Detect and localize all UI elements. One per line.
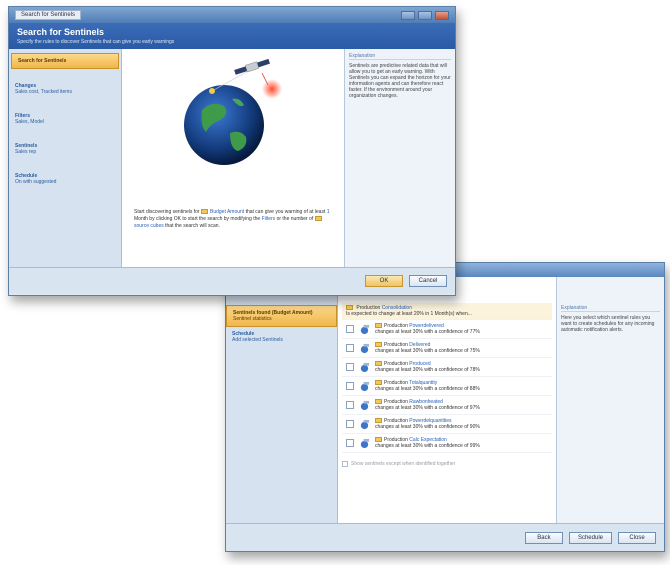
sentinel-icon xyxy=(360,343,370,353)
sentinel-description: changes at least 30% with a confidence o… xyxy=(375,405,480,411)
sentinel-row[interactable]: Production Calc Expectation changes at le… xyxy=(342,434,552,453)
sentinel-row[interactable]: Production Powerdelquantities changes at … xyxy=(342,415,552,434)
search-criteria-sentence: Start discovering sentinels for Budget A… xyxy=(134,209,334,230)
nav-step-search[interactable]: Search for Sentinels xyxy=(11,53,119,69)
nav-step-title: Search for Sentinels xyxy=(18,58,67,64)
option-label: Show sentinels except when identified to… xyxy=(351,461,456,467)
show-sentinels-option[interactable]: Show sentinels except when identified to… xyxy=(342,461,552,467)
nav-step-sentinels[interactable]: Sentinels Sales rep xyxy=(9,139,121,159)
folder-icon xyxy=(346,305,353,311)
sentinel-checkbox[interactable] xyxy=(346,363,354,371)
filters-link[interactable]: Filters xyxy=(262,216,276,222)
nav-step-filters[interactable]: Filters Sales, Model xyxy=(9,109,121,129)
explanation-title: Explanation xyxy=(349,53,451,60)
sentinel-description: changes at least 30% with a confidence o… xyxy=(375,443,480,449)
nav-step-subtitle: Sales rep xyxy=(15,149,37,155)
sentinel-icon xyxy=(360,381,370,391)
sentinel-list-panel: Production Consolidation Is expected to … xyxy=(338,277,556,523)
sentinel-icon xyxy=(360,438,370,448)
globe-satellite-illustration xyxy=(184,58,282,165)
sentinel-checkbox[interactable] xyxy=(346,439,354,447)
window1-titlebar: Search for Sentinels xyxy=(9,7,455,23)
nav-step-subtitle: On with suggested xyxy=(15,179,57,185)
explanation-text: Sentinels are predictive related data th… xyxy=(349,63,451,99)
search-content-panel: Start discovering sentinels for Budget A… xyxy=(122,49,344,267)
sentinel-list: Production Powerdelivered changes at leas… xyxy=(342,320,552,453)
target-item-description: Is expected to change at least 20% in 1 … xyxy=(346,311,472,317)
maximize-icon[interactable] xyxy=(418,10,432,20)
sentence-text: or the number of xyxy=(276,216,314,222)
sentence-text: that the search will scan. xyxy=(165,223,220,229)
nav-step-sentinels-found[interactable]: Sentinels found (Budget Amount) Sentinel… xyxy=(226,305,337,327)
folder-icon xyxy=(375,361,382,367)
sentinel-row[interactable]: Production Delivered changes at least 30%… xyxy=(342,339,552,358)
window-title: Search for Sentinels xyxy=(15,10,82,20)
folder-icon xyxy=(375,342,382,348)
sentinel-description: changes at least 30% with a confidence o… xyxy=(375,424,480,430)
sentinel-checkbox[interactable] xyxy=(346,344,354,352)
nav-step-subtitle: Sentinel statistics xyxy=(233,316,272,322)
folder-icon xyxy=(375,399,382,405)
sentence-text: Start discovering sentinels for xyxy=(134,209,200,215)
sentinel-icon xyxy=(360,419,370,429)
close-icon[interactable] xyxy=(435,10,449,20)
dialog-title: Search for Sentinels xyxy=(17,27,105,37)
sentinel-description: changes at least 30% with a confidence o… xyxy=(375,386,480,392)
sentinel-checkbox[interactable] xyxy=(346,401,354,409)
window-controls xyxy=(401,10,449,20)
target-item: Production Consolidation Is expected to … xyxy=(342,303,552,320)
sentinel-icon xyxy=(360,362,370,372)
dialog-subtitle: Specify the rules to discover Sentinels … xyxy=(17,39,175,45)
folder-icon xyxy=(375,437,382,443)
window1-explanation-panel: Explanation Sentinels are predictive rel… xyxy=(344,49,455,267)
nav-step-schedule[interactable]: Schedule Add selected Sentinels xyxy=(226,327,337,347)
sentinel-row[interactable]: Production Powerdelivered changes at leas… xyxy=(342,320,552,339)
folder-icon xyxy=(375,380,382,386)
source-cubes-link[interactable]: source cubes xyxy=(134,223,164,229)
folder-icon xyxy=(375,418,382,424)
window1-footer: OK Cancel xyxy=(9,267,455,293)
close-button[interactable]: Close xyxy=(618,531,656,544)
explanation-title: Explanation xyxy=(561,305,660,312)
sentence-text: that can give you warning of at least xyxy=(245,209,326,215)
sentinel-icon xyxy=(360,324,370,334)
window1-left-nav: Search for Sentinels Changes Sales cost,… xyxy=(9,49,122,267)
sentinel-description: changes at least 30% with a confidence o… xyxy=(375,329,480,335)
search-sentinels-window: Search for Sentinels Search for Sentinel… xyxy=(8,6,456,296)
ok-button[interactable]: OK xyxy=(365,274,403,287)
sentinel-checkbox[interactable] xyxy=(346,420,354,428)
folder-icon xyxy=(200,209,208,215)
sentinel-row[interactable]: Production Totalquantity changes at least… xyxy=(342,377,552,396)
nav-step-schedule[interactable]: Schedule On with suggested xyxy=(9,169,121,189)
cancel-button[interactable]: Cancel xyxy=(409,274,447,287)
option-checkbox[interactable] xyxy=(342,461,348,467)
sentinel-checkbox[interactable] xyxy=(346,382,354,390)
window2-left-nav: Sentinels found (Budget Amount) Sentinel… xyxy=(226,277,338,523)
measure-link[interactable]: Budget Amount xyxy=(210,209,244,215)
minimize-icon[interactable] xyxy=(401,10,415,20)
window2-explanation-panel: Explanation Here you select which sentin… xyxy=(556,277,664,523)
explanation-text: Here you select which sentinel rules you… xyxy=(561,315,655,333)
sentence-text: Month by clicking OK to start the search… xyxy=(134,216,261,222)
window2-footer: Back Schedule Close xyxy=(226,523,664,551)
nav-step-subtitle: Add selected Sentinels xyxy=(232,337,283,343)
period-count-link[interactable]: 1 xyxy=(327,209,330,215)
sentinel-description: changes at least 30% with a confidence o… xyxy=(375,348,480,354)
nav-step-subtitle: Sales, Model xyxy=(15,119,44,125)
sentinel-icon xyxy=(360,400,370,410)
sentinel-description: changes at least 30% with a confidence o… xyxy=(375,367,480,373)
sentinel-checkbox[interactable] xyxy=(346,325,354,333)
sentinel-row[interactable]: Production Rawbonheated changes at least … xyxy=(342,396,552,415)
sentinel-results-window: Sentinels found (Budget Amount) Sentinel… xyxy=(225,262,665,552)
back-button[interactable]: Back xyxy=(524,531,563,544)
schedule-button[interactable]: Schedule xyxy=(568,531,612,544)
cube-icon xyxy=(314,216,322,222)
dialog-header: Search for Sentinels Specify the rules t… xyxy=(9,23,455,49)
folder-icon xyxy=(375,323,382,329)
sentinel-row[interactable]: Production Produced changes at least 30% … xyxy=(342,358,552,377)
nav-step-subtitle: Sales cost, Tracked items xyxy=(15,89,72,95)
nav-step-changes[interactable]: Changes Sales cost, Tracked items xyxy=(9,79,121,99)
